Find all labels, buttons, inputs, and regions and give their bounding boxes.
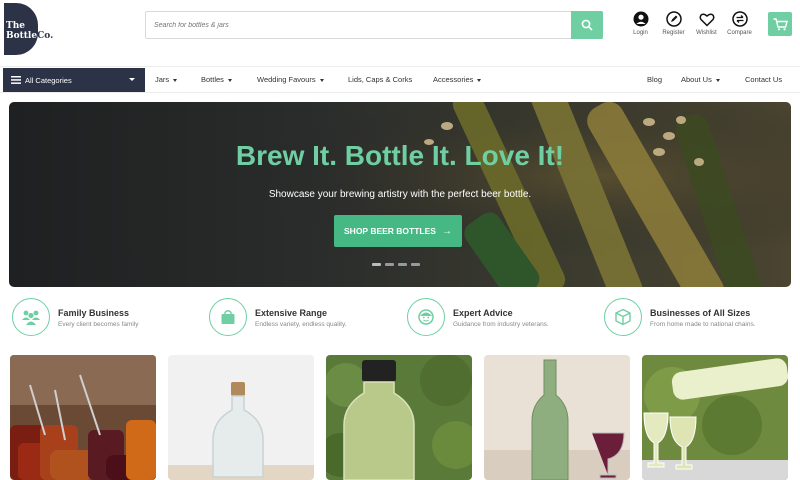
nav-item-about-us[interactable]: About Us — [681, 67, 720, 92]
feature-title: Businesses of All Sizes — [650, 308, 751, 318]
search-input[interactable] — [146, 12, 572, 38]
family-icon — [22, 310, 40, 325]
hero-subtitle: Showcase your brewing artistry with the … — [268, 189, 532, 200]
nav-item-lids-caps-corks[interactable]: Lids, Caps & Corks — [348, 67, 412, 92]
nav-item-contact-us[interactable]: Contact Us — [745, 67, 782, 92]
pen-icon — [665, 11, 682, 27]
product-image — [326, 355, 472, 480]
product-image — [642, 355, 788, 480]
nav-item-accessories[interactable]: Accessories — [433, 67, 482, 92]
nav-item-label: Lids, Caps & Corks — [348, 75, 413, 84]
login-label: Login — [633, 30, 648, 36]
feature-icon-circle — [12, 298, 50, 336]
product-image — [484, 355, 630, 480]
nav-item-jars[interactable]: Jars — [155, 67, 178, 92]
product-card-oil-bottle[interactable] — [326, 355, 472, 480]
product-card-jam-jars[interactable] — [10, 355, 156, 480]
feature-icon-circle — [604, 298, 642, 336]
search-bar — [145, 11, 603, 39]
feature-subtitle: Every client becomes family — [58, 321, 139, 328]
nav-item-label: Blog — [647, 75, 663, 84]
feature-subtitle: Guidance from industry veterans. — [453, 321, 549, 328]
nav-item-label: Accessories — [433, 75, 474, 84]
wishlist-link[interactable]: Wishlist — [690, 10, 723, 36]
product-image — [10, 355, 156, 480]
header-actions: Login Register Wishlist Compare — [624, 10, 756, 36]
main-nav: All Categories Jars Bottles Wedding Favo… — [0, 66, 800, 93]
chevron-down-icon — [477, 78, 482, 82]
nav-item-label: About Us — [681, 75, 712, 84]
carousel-dot[interactable] — [385, 263, 394, 266]
chevron-down-icon — [715, 78, 720, 82]
user-icon — [633, 11, 648, 27]
feature-subtitle: From home made to national chains. — [650, 321, 756, 328]
feature-icon-circle — [407, 298, 445, 336]
arrow-right-icon: → — [441, 225, 452, 237]
shop-beer-bottles-button[interactable]: SHOP BEER BOTTLES → — [334, 215, 462, 247]
carousel-dot[interactable] — [398, 263, 407, 266]
search-icon — [581, 19, 593, 31]
all-categories-button[interactable]: All Categories — [3, 68, 145, 92]
product-card-wine-bottle[interactable] — [484, 355, 630, 480]
hero-title: Brew It. Bottle It. Love It! — [235, 140, 565, 171]
hero-button-label: SHOP BEER BOTTLES — [344, 226, 436, 236]
compare-label: Compare — [727, 30, 752, 36]
nav-item-label: Wedding Favours — [257, 75, 316, 84]
site-header: The BottleCo. Login Register Wishlist Co… — [0, 0, 800, 58]
chevron-down-icon — [129, 78, 135, 81]
feature-title: Extensive Range — [255, 308, 328, 318]
logo-line2b: Co. — [37, 31, 54, 41]
chevron-down-icon — [173, 78, 178, 82]
nav-item-label: Jars — [155, 75, 170, 84]
chevron-down-icon — [227, 78, 232, 82]
nav-item-bottles[interactable]: Bottles — [201, 67, 232, 92]
carousel-dots — [372, 263, 424, 266]
register-link[interactable]: Register — [657, 10, 690, 36]
feature-icon-circle — [209, 298, 247, 336]
product-card-wine-pour[interactable] — [642, 355, 788, 480]
feature-title: Family Business — [58, 308, 130, 318]
hero-banner: Brew It. Bottle It. Love It! Showcase yo… — [9, 102, 791, 287]
search-button[interactable] — [571, 11, 603, 39]
feature-title: Expert Advice — [453, 308, 513, 318]
box-icon — [615, 308, 631, 326]
menu-icon — [11, 76, 21, 84]
product-image — [168, 355, 314, 480]
cart-button[interactable] — [768, 12, 792, 36]
logo-text: The BottleCo. — [6, 21, 53, 41]
carousel-dot[interactable] — [411, 263, 420, 266]
feature-subtitle: Endless variety, endless quality. — [255, 321, 347, 328]
nav-item-label: Bottles — [201, 75, 224, 84]
nav-item-wedding-favours[interactable]: Wedding Favours — [257, 67, 324, 92]
wishlist-label: Wishlist — [696, 30, 717, 36]
compare-icon — [731, 11, 748, 27]
logo-line1: The — [6, 21, 25, 31]
compare-link[interactable]: Compare — [723, 10, 756, 36]
expert-icon — [418, 309, 434, 325]
nav-item-blog[interactable]: Blog — [647, 67, 662, 92]
chevron-down-icon — [319, 78, 324, 82]
heart-icon — [699, 13, 714, 27]
login-link[interactable]: Login — [624, 10, 657, 36]
logo-line2a: Bottle — [6, 31, 38, 41]
nav-item-label: Contact Us — [745, 75, 783, 84]
logo[interactable]: The BottleCo. — [4, 3, 53, 55]
product-card-cork-bottle[interactable] — [168, 355, 314, 480]
shopping-bag-icon — [221, 310, 235, 324]
carousel-dot[interactable] — [372, 263, 381, 266]
cart-icon — [773, 17, 788, 30]
register-label: Register — [662, 30, 685, 36]
all-categories-label: All Categories — [25, 75, 72, 85]
